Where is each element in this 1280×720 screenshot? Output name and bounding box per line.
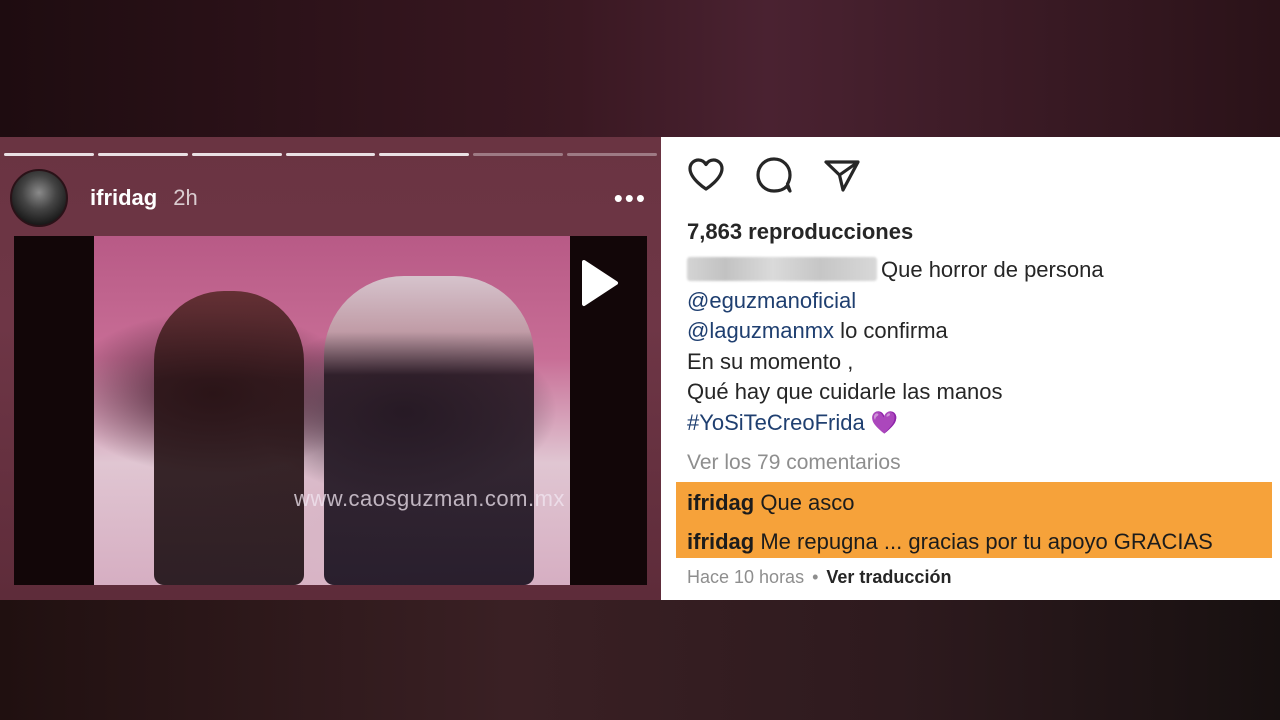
- story-panel: ifridag 2h ••• www.caosguzman.com.mx: [0, 137, 661, 600]
- comment: ifridag Que asco: [687, 490, 855, 516]
- story-header: ifridag 2h •••: [10, 169, 647, 227]
- play-icon[interactable]: [580, 258, 620, 308]
- progress-segment: [473, 153, 564, 156]
- caption-text: Qué hay que cuidarle las manos: [687, 379, 1003, 405]
- blurred-username[interactable]: [687, 257, 877, 281]
- separator: •: [812, 567, 819, 587]
- video-person-right: [324, 276, 534, 585]
- timestamp: Hace 10 horas: [687, 567, 805, 587]
- caption-text: Que horror de persona: [881, 257, 1104, 282]
- comment-user[interactable]: ifridag: [687, 490, 754, 515]
- progress-segment: [97, 153, 188, 156]
- purple-heart-emoji: 💜: [870, 409, 899, 435]
- background-bottom: [0, 600, 1280, 720]
- heart-icon[interactable]: [686, 155, 726, 195]
- avatar[interactable]: [10, 169, 68, 227]
- post-meta: Hace 10 horas • Ver traducción: [687, 567, 951, 588]
- caption-text: En su momento ,: [687, 348, 854, 374]
- post-panel: 7,863 reproducciones Que horror de perso…: [661, 137, 1280, 600]
- comment-icon[interactable]: [754, 155, 794, 195]
- video-person-left: [154, 291, 304, 585]
- progress-segment: [379, 153, 470, 156]
- post-caption: Que horror de persona @eguzmanoficial @l…: [687, 255, 1267, 439]
- hashtag-link[interactable]: #YoSiTeCreoFrida: [687, 410, 865, 435]
- caption-text: lo confirma: [834, 318, 948, 344]
- mention-link[interactable]: @eguzmanoficial: [687, 288, 856, 313]
- story-time: 2h: [173, 185, 198, 210]
- background-top: [0, 0, 1280, 137]
- video-frame: www.caosguzman.com.mx: [94, 236, 570, 585]
- share-icon[interactable]: [822, 155, 862, 195]
- progress-segment: [4, 153, 94, 156]
- views-count: 7,863 reproducciones: [687, 219, 914, 244]
- action-bar: [686, 155, 862, 195]
- more-icon[interactable]: •••: [614, 185, 647, 211]
- progress-segment: [191, 153, 282, 156]
- story-video[interactable]: www.caosguzman.com.mx: [14, 236, 647, 585]
- story-progress-bar: [4, 153, 658, 156]
- story-username[interactable]: ifridag: [90, 185, 157, 211]
- translate-link[interactable]: Ver traducción: [826, 567, 951, 587]
- view-comments-link[interactable]: Ver los 79 comentarios: [687, 451, 901, 475]
- comment-text: Me repugna ... gracias por tu apoyo GRAC…: [760, 529, 1213, 554]
- comment-user[interactable]: ifridag: [687, 529, 754, 554]
- progress-segment: [567, 153, 658, 156]
- comment-text: Que asco: [760, 490, 855, 515]
- video-watermark: www.caosguzman.com.mx: [294, 486, 565, 511]
- progress-segment: [285, 153, 376, 156]
- comment: ifridag Me repugna ... gracias por tu ap…: [687, 529, 1213, 555]
- mention-link[interactable]: @laguzmanmx: [687, 318, 834, 343]
